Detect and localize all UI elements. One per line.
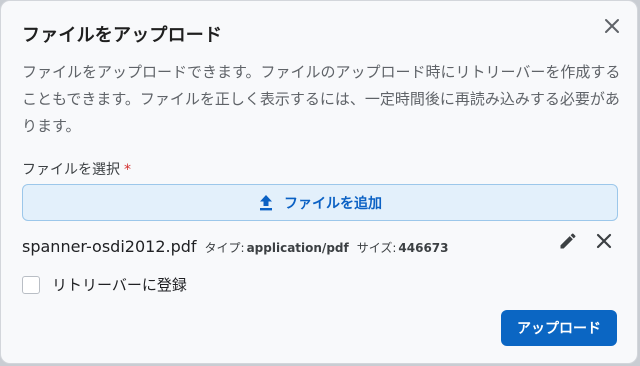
add-file-label: ファイルを追加 xyxy=(284,195,382,212)
upload-icon xyxy=(258,194,274,212)
file-type-label: タイプ: xyxy=(204,241,245,255)
file-select-label-text: ファイルを選択 xyxy=(22,162,120,178)
add-file-button[interactable]: ファイルを追加 xyxy=(22,184,618,221)
close-icon xyxy=(596,233,612,249)
file-size-label: サイズ: xyxy=(356,241,397,255)
upload-button[interactable]: アップロード xyxy=(501,310,617,346)
file-size: サイズ: 446673 xyxy=(357,239,449,256)
upload-dialog: ファイルをアップロード ファイルをアップロードできます。ファイルのアップロード時… xyxy=(0,0,638,364)
remove-file-button[interactable] xyxy=(591,228,617,254)
file-type-value: application/pdf xyxy=(246,241,349,255)
dialog-description: ファイルをアップロードできます。ファイルのアップロード時にリトリーバーを作成する… xyxy=(22,63,621,135)
file-name: spanner-osdi2012.pdf xyxy=(22,237,197,256)
pencil-icon xyxy=(560,233,576,249)
dialog-title: ファイルをアップロード xyxy=(22,25,223,46)
file-select-label: ファイルを選択 * xyxy=(22,159,131,179)
retriever-checkbox[interactable] xyxy=(22,275,40,294)
retriever-label: リトリーバーに登録 xyxy=(52,276,187,294)
file-item: spanner-osdi2012.pdf タイプ: application/pdf… xyxy=(22,237,618,259)
close-button[interactable] xyxy=(599,13,625,39)
close-icon xyxy=(605,19,619,33)
retriever-option[interactable]: リトリーバーに登録 xyxy=(22,274,187,295)
file-size-value: 446673 xyxy=(398,241,449,255)
file-type: タイプ: application/pdf xyxy=(205,239,349,256)
required-mark: * xyxy=(124,162,131,178)
file-actions xyxy=(555,228,617,254)
edit-file-button[interactable] xyxy=(555,228,581,254)
